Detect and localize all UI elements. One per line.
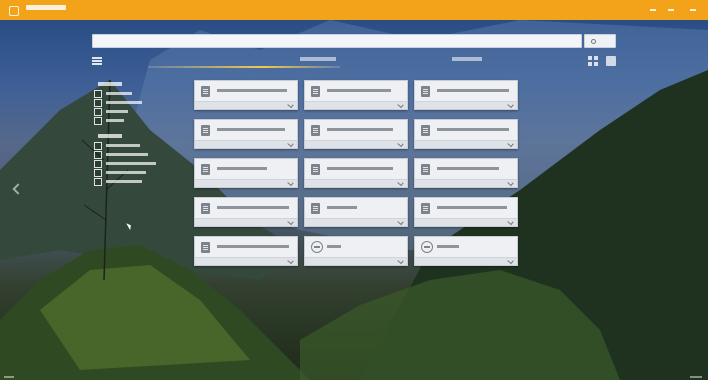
status-indicator bbox=[690, 376, 702, 378]
app-card[interactable] bbox=[414, 119, 518, 149]
app-card[interactable] bbox=[194, 236, 298, 266]
check-icon bbox=[287, 179, 294, 187]
circle-icon bbox=[421, 241, 433, 253]
app-card[interactable] bbox=[194, 197, 298, 227]
app-card[interactable] bbox=[414, 236, 518, 266]
checkbox[interactable] bbox=[94, 90, 102, 98]
checkbox[interactable] bbox=[94, 117, 102, 125]
checkbox[interactable] bbox=[94, 108, 102, 116]
menu-icon[interactable] bbox=[92, 57, 102, 65]
document-icon bbox=[311, 164, 320, 175]
status-indicator bbox=[4, 376, 14, 378]
previous-page-arrow-icon[interactable] bbox=[12, 184, 20, 194]
tab-secondary-label bbox=[452, 57, 482, 61]
tab-primary[interactable] bbox=[148, 54, 340, 68]
check-icon bbox=[287, 101, 294, 109]
filter-item[interactable] bbox=[94, 151, 184, 159]
app-card[interactable] bbox=[304, 119, 408, 149]
checkbox[interactable] bbox=[94, 142, 102, 150]
filter-group-heading bbox=[98, 134, 122, 138]
search-input[interactable] bbox=[99, 35, 569, 47]
app-card[interactable] bbox=[304, 236, 408, 266]
filter-item[interactable] bbox=[94, 108, 184, 116]
search-bar[interactable] bbox=[92, 34, 582, 48]
app-card[interactable] bbox=[414, 80, 518, 110]
app-card[interactable] bbox=[304, 80, 408, 110]
check-icon bbox=[287, 257, 294, 265]
filter-item[interactable] bbox=[94, 142, 184, 150]
app-icon bbox=[9, 6, 19, 16]
circle-icon bbox=[311, 241, 323, 253]
document-icon bbox=[311, 86, 320, 97]
filter-item[interactable] bbox=[94, 178, 184, 186]
check-icon bbox=[287, 140, 294, 148]
filter-item[interactable] bbox=[94, 117, 184, 125]
document-icon bbox=[421, 203, 430, 214]
title-bar bbox=[0, 0, 708, 20]
filter-item[interactable] bbox=[94, 99, 184, 107]
document-icon bbox=[201, 242, 210, 253]
document-icon bbox=[201, 203, 210, 214]
check-icon bbox=[507, 101, 514, 109]
filter-item[interactable] bbox=[94, 169, 184, 177]
minimize-button[interactable] bbox=[646, 3, 660, 17]
check-icon bbox=[397, 257, 404, 265]
search-button[interactable] bbox=[584, 34, 616, 48]
app-card[interactable] bbox=[304, 197, 408, 227]
document-icon bbox=[201, 86, 210, 97]
document-icon bbox=[421, 164, 430, 175]
document-icon bbox=[311, 125, 320, 136]
tab-secondary[interactable] bbox=[448, 54, 488, 68]
check-icon bbox=[397, 101, 404, 109]
app-card[interactable] bbox=[304, 158, 408, 188]
check-icon bbox=[507, 179, 514, 187]
check-icon bbox=[397, 140, 404, 148]
search-icon bbox=[591, 39, 596, 44]
app-title bbox=[26, 5, 66, 10]
document-icon bbox=[421, 86, 430, 97]
checkbox[interactable] bbox=[94, 160, 102, 168]
close-button[interactable] bbox=[686, 3, 700, 17]
filter-group-heading bbox=[98, 82, 122, 86]
checkbox[interactable] bbox=[94, 178, 102, 186]
check-icon bbox=[507, 257, 514, 265]
checkbox[interactable] bbox=[94, 99, 102, 107]
check-icon bbox=[287, 218, 294, 226]
document-icon bbox=[311, 203, 320, 214]
tab-primary-label bbox=[300, 57, 336, 61]
check-icon bbox=[397, 179, 404, 187]
app-card[interactable] bbox=[194, 80, 298, 110]
document-icon bbox=[201, 164, 210, 175]
document-icon bbox=[421, 125, 430, 136]
tab-active-underline bbox=[148, 66, 340, 68]
checkbox[interactable] bbox=[94, 151, 102, 159]
checkbox[interactable] bbox=[94, 169, 102, 177]
app-card[interactable] bbox=[194, 119, 298, 149]
settings-icon[interactable] bbox=[606, 56, 616, 66]
grid-view-icon[interactable] bbox=[588, 56, 600, 66]
check-icon bbox=[507, 140, 514, 148]
check-icon bbox=[397, 218, 404, 226]
filter-item[interactable] bbox=[94, 90, 184, 98]
filter-item[interactable] bbox=[94, 160, 184, 168]
filter-panel bbox=[92, 82, 184, 202]
maximize-button[interactable] bbox=[664, 3, 678, 17]
app-card[interactable] bbox=[414, 197, 518, 227]
check-icon bbox=[507, 218, 514, 226]
app-card[interactable] bbox=[414, 158, 518, 188]
app-card[interactable] bbox=[194, 158, 298, 188]
document-icon bbox=[201, 125, 210, 136]
tab-row bbox=[92, 54, 616, 70]
